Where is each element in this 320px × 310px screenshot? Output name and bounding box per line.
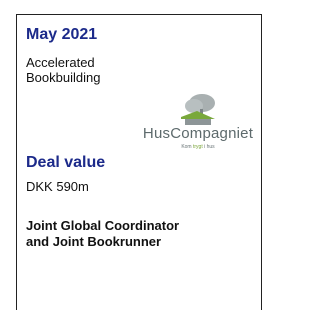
transaction-type-line-2: Bookbuilding	[26, 70, 101, 85]
logo-tagline: Kom trygt i hus	[135, 144, 261, 150]
logo-name: HusCompagniet	[142, 125, 254, 142]
logo-tagline-prefix: Kom	[181, 144, 193, 150]
logo-tagline-highlight: trygt	[192, 144, 203, 150]
deal-value: DKK 590m	[26, 179, 89, 194]
logo-tagline-suffix: i hus	[202, 144, 215, 150]
transaction-type: Accelerated Bookbuilding	[26, 55, 186, 85]
transaction-type-line-1: Accelerated	[26, 55, 95, 70]
advisor-role-line-2: and Joint Bookrunner	[26, 234, 162, 249]
deal-date: May 2021	[26, 26, 98, 43]
deal-value-title: Deal value	[26, 154, 106, 171]
deal-card: May 2021 Accelerated Bookbuilding HusCom…	[16, 14, 262, 310]
tree-house-icon	[181, 94, 215, 125]
huscompagniet-logo: HusCompagniet Kom trygt i hus	[135, 91, 261, 157]
advisor-role-line-1: Joint Global Coordinator	[26, 218, 180, 233]
advisor-role: Joint Global Coordinator and Joint Bookr…	[26, 218, 226, 250]
